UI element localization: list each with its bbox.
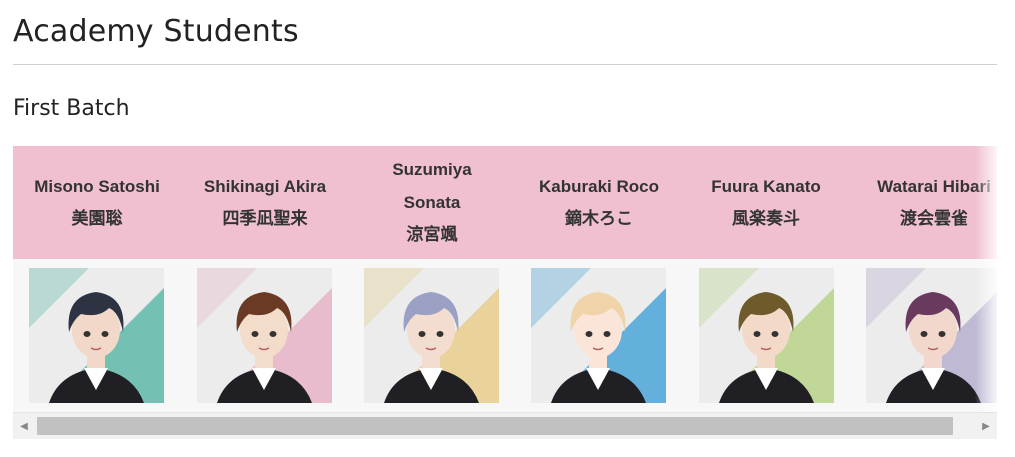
- student-name-jp: 風楽奏斗: [732, 208, 800, 229]
- student-name-jp: 美園聡: [71, 208, 123, 229]
- portrait-suzumiya-image: [364, 268, 499, 403]
- student-portrait[interactable]: [29, 268, 164, 403]
- student-header-cell: Shikinagi Akira 四季凪聖来: [181, 146, 349, 259]
- student-name: Kaburaki Roco: [539, 176, 659, 196]
- student-name: Shikinagi Akira: [203, 176, 327, 196]
- student-name-row: Misono Satoshi 美園聡 Shikinagi Akira 四季凪聖来…: [13, 146, 997, 259]
- student-portrait[interactable]: [197, 268, 332, 403]
- student-name: Watarai Hibari: [877, 176, 991, 196]
- student-header-cell: Fuura Kanato 風楽奏斗: [682, 146, 850, 259]
- student-name-jp: 涼宮颯: [406, 225, 458, 245]
- portrait-misono-image: [29, 268, 164, 403]
- student-portrait[interactable]: [364, 268, 499, 403]
- student-name-jp: 渡会雲雀: [900, 208, 968, 229]
- portrait-fuura-image: [699, 268, 834, 403]
- student-header-cell: Suzumiya Sonata 涼宮颯: [348, 146, 516, 259]
- horizontal-scrollbar[interactable]: ◀ ▶: [13, 412, 997, 439]
- page-title: Academy Students: [13, 14, 299, 49]
- portrait-kaburaki-image: [531, 268, 666, 403]
- scrollbar-thumb[interactable]: [37, 417, 953, 435]
- student-name: Suzumiya Sonata: [392, 160, 472, 212]
- triangle-left-icon[interactable]: ◀: [13, 413, 35, 439]
- student-portrait[interactable]: [699, 268, 834, 403]
- students-table: Misono Satoshi 美園聡 Shikinagi Akira 四季凪聖来…: [13, 146, 997, 412]
- title-divider: [13, 64, 997, 65]
- portrait-shikinagi-image: [197, 268, 332, 403]
- student-name: Misono Satoshi: [34, 176, 160, 196]
- student-header-cell: Misono Satoshi 美園聡: [13, 146, 181, 259]
- student-name: Fuura Kanato: [711, 176, 821, 196]
- student-portrait[interactable]: [531, 268, 666, 403]
- student-name-jp: 鏑木ろこ: [565, 208, 633, 229]
- student-name-jp: 四季凪聖来: [222, 208, 308, 229]
- student-header-cell: Kaburaki Roco 鏑木ろこ: [515, 146, 683, 259]
- student-portrait-row: [13, 259, 997, 412]
- section-title: First Batch: [13, 96, 130, 121]
- scroll-fade-overlay: [975, 146, 997, 412]
- triangle-right-icon[interactable]: ▶: [975, 413, 997, 439]
